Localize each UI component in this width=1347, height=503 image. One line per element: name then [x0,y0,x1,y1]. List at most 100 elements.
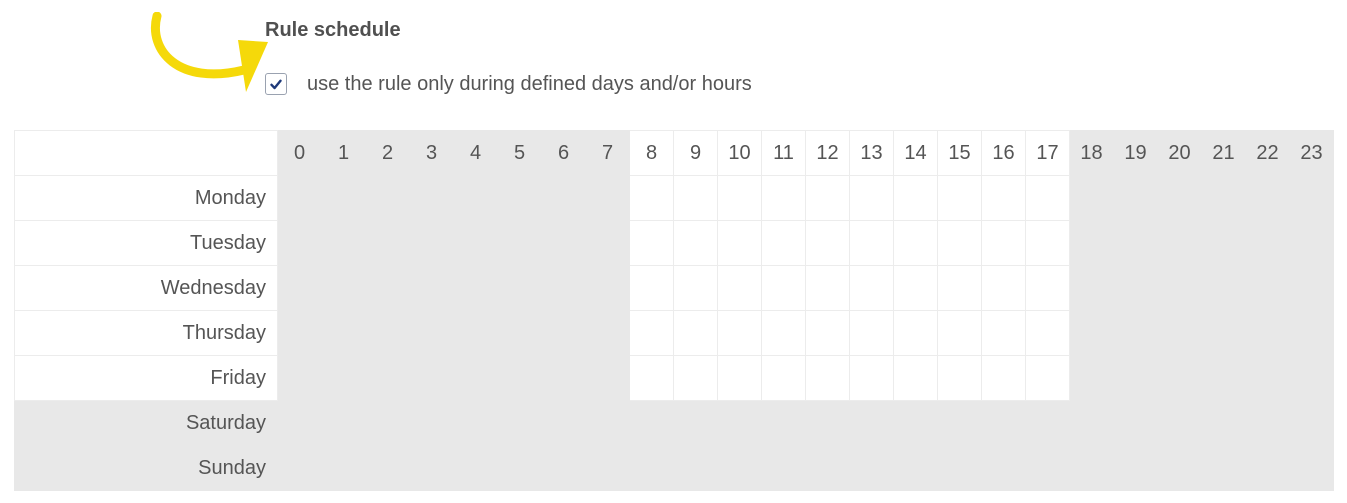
schedule-cell[interactable] [937,265,982,311]
schedule-cell[interactable] [585,175,630,221]
schedule-cell[interactable] [1201,445,1246,491]
hour-header[interactable]: 17 [1025,130,1070,176]
schedule-cell[interactable] [1201,220,1246,266]
schedule-cell[interactable] [1245,445,1290,491]
schedule-cell[interactable] [321,310,366,356]
schedule-cell[interactable] [1025,265,1070,311]
schedule-cell[interactable] [805,175,850,221]
schedule-cell[interactable] [409,310,454,356]
schedule-cell[interactable] [277,445,322,491]
schedule-cell[interactable] [1245,400,1290,446]
schedule-cell[interactable] [981,220,1026,266]
schedule-cell[interactable] [497,175,542,221]
schedule-cell[interactable] [321,220,366,266]
schedule-cell[interactable] [497,445,542,491]
schedule-cell[interactable] [673,310,718,356]
schedule-cell[interactable] [1157,175,1202,221]
schedule-cell[interactable] [673,220,718,266]
schedule-cell[interactable] [849,265,894,311]
schedule-cell[interactable] [409,445,454,491]
schedule-cell[interactable] [453,265,498,311]
schedule-cell[interactable] [585,400,630,446]
schedule-cell[interactable] [717,400,762,446]
schedule-cell[interactable] [673,445,718,491]
schedule-cell[interactable] [761,220,806,266]
schedule-cell[interactable] [1069,265,1114,311]
schedule-cell[interactable] [585,355,630,401]
hour-header[interactable]: 6 [541,130,586,176]
schedule-cell[interactable] [893,400,938,446]
schedule-cell[interactable] [805,355,850,401]
schedule-cell[interactable] [497,220,542,266]
schedule-cell[interactable] [541,220,586,266]
schedule-cell[interactable] [1289,400,1334,446]
schedule-cell[interactable] [1157,220,1202,266]
schedule-cell[interactable] [805,445,850,491]
schedule-cell[interactable] [1289,310,1334,356]
schedule-cell[interactable] [277,400,322,446]
schedule-cell[interactable] [981,355,1026,401]
schedule-cell[interactable] [1025,445,1070,491]
schedule-cell[interactable] [937,220,982,266]
schedule-cell[interactable] [1157,265,1202,311]
schedule-cell[interactable] [585,310,630,356]
schedule-cell[interactable] [1113,265,1158,311]
schedule-cell[interactable] [981,175,1026,221]
schedule-cell[interactable] [937,400,982,446]
schedule-cell[interactable] [1245,175,1290,221]
day-label[interactable]: Wednesday [14,265,278,311]
hour-header[interactable]: 11 [761,130,806,176]
schedule-cell[interactable] [497,355,542,401]
schedule-cell[interactable] [761,310,806,356]
schedule-cell[interactable] [629,445,674,491]
hour-header[interactable]: 3 [409,130,454,176]
schedule-cell[interactable] [541,265,586,311]
schedule-cell[interactable] [1069,220,1114,266]
schedule-cell[interactable] [981,265,1026,311]
schedule-cell[interactable] [805,400,850,446]
schedule-cell[interactable] [805,265,850,311]
schedule-cell[interactable] [849,445,894,491]
hour-header[interactable]: 20 [1157,130,1202,176]
schedule-cell[interactable] [673,265,718,311]
schedule-cell[interactable] [409,220,454,266]
schedule-cell[interactable] [937,355,982,401]
schedule-cell[interactable] [673,355,718,401]
schedule-cell[interactable] [717,175,762,221]
schedule-cell[interactable] [1157,355,1202,401]
schedule-cell[interactable] [365,445,410,491]
schedule-cell[interactable] [629,310,674,356]
schedule-cell[interactable] [321,265,366,311]
day-label[interactable]: Thursday [14,310,278,356]
schedule-cell[interactable] [893,445,938,491]
schedule-cell[interactable] [1157,310,1202,356]
schedule-cell[interactable] [1245,355,1290,401]
schedule-cell[interactable] [761,400,806,446]
schedule-cell[interactable] [805,220,850,266]
schedule-cell[interactable] [673,175,718,221]
schedule-cell[interactable] [1113,355,1158,401]
day-label[interactable]: Saturday [14,400,278,446]
schedule-cell[interactable] [497,400,542,446]
hour-header[interactable]: 7 [585,130,630,176]
schedule-cell[interactable] [277,355,322,401]
schedule-cell[interactable] [321,445,366,491]
schedule-cell[interactable] [673,400,718,446]
schedule-checkbox-label[interactable]: use the rule only during defined days an… [307,71,752,97]
schedule-cell[interactable] [409,400,454,446]
schedule-cell[interactable] [585,220,630,266]
schedule-cell[interactable] [629,265,674,311]
schedule-cell[interactable] [1025,220,1070,266]
schedule-cell[interactable] [629,220,674,266]
schedule-cell[interactable] [717,265,762,311]
schedule-cell[interactable] [1069,175,1114,221]
hour-header[interactable]: 21 [1201,130,1246,176]
schedule-cell[interactable] [277,220,322,266]
schedule-cell[interactable] [1289,445,1334,491]
hour-header[interactable]: 23 [1289,130,1334,176]
schedule-cell[interactable] [541,400,586,446]
hour-header[interactable]: 14 [893,130,938,176]
schedule-cell[interactable] [893,220,938,266]
schedule-cell[interactable] [585,445,630,491]
schedule-cell[interactable] [981,400,1026,446]
